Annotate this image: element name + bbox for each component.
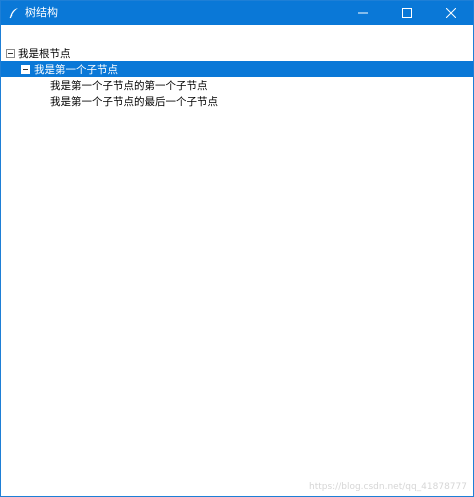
- tree-node-label: 我是根节点: [18, 47, 71, 60]
- tree-node-grandchild[interactable]: 我是第一个子节点的第一个子节点: [1, 77, 473, 93]
- tree-node-label: 我是第一个子节点的最后一个子节点: [50, 95, 218, 108]
- close-icon: [446, 8, 456, 18]
- feather-icon: [7, 6, 21, 20]
- tree-node-child[interactable]: 我是第一个子节点: [1, 61, 473, 77]
- collapse-toggle-icon[interactable]: [6, 48, 15, 58]
- collapse-toggle-icon[interactable]: [21, 64, 30, 74]
- close-button[interactable]: [429, 1, 473, 25]
- app-window: 树结构 我是根节点 我是第一个子节点 我是第一个子节点的第一个子节点 我是第一个…: [0, 0, 474, 497]
- tree-list: 我是根节点 我是第一个子节点 我是第一个子节点的第一个子节点 我是第一个子节点的…: [1, 45, 473, 109]
- maximize-button[interactable]: [385, 1, 429, 25]
- window-controls: [341, 1, 473, 25]
- tree-node-grandchild[interactable]: 我是第一个子节点的最后一个子节点: [1, 93, 473, 109]
- treeview[interactable]: 我是根节点 我是第一个子节点 我是第一个子节点的第一个子节点 我是第一个子节点的…: [1, 25, 473, 496]
- watermark-text: https://blog.csdn.net/qq_41878777: [308, 482, 467, 492]
- window-title: 树结构: [25, 6, 58, 19]
- tree-node-label: 我是第一个子节点的第一个子节点: [50, 79, 208, 92]
- maximize-icon: [402, 8, 412, 18]
- title-bar[interactable]: 树结构: [1, 1, 473, 25]
- tree-node-label: 我是第一个子节点: [34, 63, 118, 76]
- tree-node-root[interactable]: 我是根节点: [1, 45, 473, 61]
- minimize-button[interactable]: [341, 1, 385, 25]
- minimize-icon: [358, 12, 368, 14]
